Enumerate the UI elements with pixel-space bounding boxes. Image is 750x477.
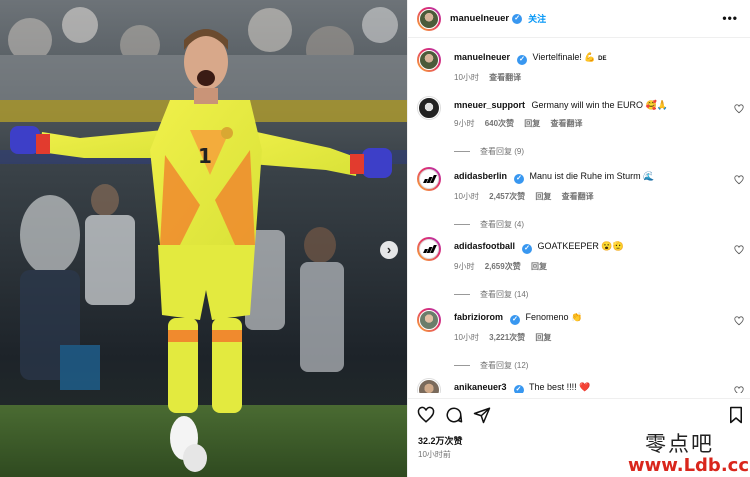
comment-username[interactable]: fabriziorom	[454, 312, 503, 322]
comment-username[interactable]: mneuer_support	[454, 100, 525, 110]
reply-button[interactable]: 回复	[531, 262, 547, 271]
heart-icon[interactable]	[734, 245, 744, 255]
commenter-avatar[interactable]	[417, 96, 441, 120]
verified-icon: ✓	[510, 315, 521, 325]
author-username[interactable]: manuelneuer	[450, 13, 509, 24]
heart-icon[interactable]	[734, 386, 744, 393]
watermark-url: www.Ldb.cc	[628, 455, 749, 476]
comment-likes[interactable]: 3,221次赞	[489, 333, 525, 342]
comment-text: GOATKEEPER	[537, 241, 599, 251]
commenter-avatar[interactable]	[417, 308, 441, 332]
follow-button[interactable]: 关注	[528, 12, 546, 25]
commenter-avatar[interactable]	[417, 237, 441, 261]
heart-icon[interactable]	[417, 406, 435, 424]
view-replies-button[interactable]: 查看回复 (12)	[454, 360, 734, 371]
caption-avatar[interactable]	[417, 48, 441, 72]
comment-username[interactable]: anikaneuer3	[454, 382, 507, 392]
view-replies-label: 查看回复 (4)	[480, 220, 524, 229]
comment-emoji: 👏	[571, 312, 583, 322]
goalkeeper-celebration-photo: 1	[0, 0, 407, 477]
heart-icon[interactable]	[734, 175, 744, 185]
caption-text: Viertelfinale! 💪	[532, 52, 596, 62]
view-replies-label: 查看回复 (12)	[480, 361, 529, 370]
comment-item: anikaneuer3 ✓ The best !!!! ❤️	[408, 378, 750, 393]
svg-text:1: 1	[198, 144, 212, 168]
comment-time: 10小时	[454, 333, 479, 342]
commenter-avatar[interactable]	[417, 167, 441, 191]
comment-text: Germany will win the EURO	[531, 100, 644, 110]
comment-item: mneuer_support Germany will win the EURO…	[408, 96, 750, 166]
translate-link[interactable]: 查看翻译	[489, 73, 521, 82]
post-header: manuelneuer ✓ 关注 •••	[408, 0, 750, 38]
post-time: 10小时前	[418, 450, 451, 459]
caption-username[interactable]: manuelneuer	[454, 52, 510, 62]
like-count[interactable]: 32.2万次赞	[418, 434, 463, 447]
comment-text: The best !!!!	[529, 382, 577, 392]
comment-item: adidasberlin ✓ Manu ist die Ruhe im Sturm…	[408, 167, 750, 237]
reply-button[interactable]: 回复	[535, 333, 551, 342]
comment-time: 9小时	[454, 262, 475, 271]
author-avatar[interactable]	[417, 6, 441, 31]
next-image-button[interactable]: ›	[380, 241, 398, 259]
comment-time: 10小时	[454, 192, 479, 201]
comment-time: 9小时	[454, 119, 475, 128]
comment-item: adidasfootball ✓ GOATKEEPER 😮🫡 9小时 2,659次…	[408, 237, 750, 307]
comments-list: manuelneuer ✓ Viertelfinale! 💪 DE 10小时 查看…	[408, 41, 750, 393]
translate-link[interactable]: 查看翻译	[562, 192, 594, 201]
verified-icon: ✓	[513, 385, 524, 393]
adidas-logo-icon	[422, 175, 437, 183]
watermark-text: 零点吧	[645, 432, 714, 456]
caption-flag: DE	[598, 56, 607, 62]
more-icon[interactable]: •••	[722, 11, 738, 25]
comment-text: Fenomeno	[525, 312, 569, 322]
comment-likes[interactable]: 640次赞	[485, 119, 514, 128]
comment-emoji: 😮🫡	[601, 241, 624, 251]
verified-icon: ✓	[514, 174, 525, 184]
caption-time: 10小时	[454, 73, 479, 82]
comment-emoji: 🌊	[643, 171, 655, 181]
comment-username[interactable]: adidasfootball	[454, 241, 515, 251]
reply-button[interactable]: 回复	[524, 119, 540, 128]
view-replies-button[interactable]: 查看回复 (4)	[454, 219, 734, 230]
commenter-avatar[interactable]	[417, 378, 441, 393]
verified-icon: ✓	[512, 13, 523, 24]
heart-icon[interactable]	[734, 316, 744, 326]
adidas-logo-icon	[422, 245, 437, 253]
share-icon[interactable]	[473, 406, 491, 424]
bookmark-icon[interactable]	[727, 406, 745, 424]
post-detail-panel: manuelneuer ✓ 关注 ••• manuelneuer ✓ Vierte…	[407, 0, 750, 477]
view-replies-button[interactable]: 查看回复 (14)	[454, 289, 734, 300]
heart-icon[interactable]	[734, 104, 744, 114]
verified-icon: ✓	[517, 55, 528, 65]
comment-likes[interactable]: 2,659次赞	[485, 262, 521, 271]
next-arrow-icon: ›	[386, 242, 392, 257]
post-image: 1 ›	[0, 0, 407, 477]
comment-username[interactable]: adidasberlin	[454, 171, 507, 181]
caption-row: manuelneuer ✓ Viertelfinale! 💪 DE 10小时 查看…	[408, 48, 750, 88]
view-replies-label: 查看回复 (14)	[480, 290, 529, 299]
comment-emoji: ❤️	[579, 382, 591, 392]
comment-icon[interactable]	[445, 406, 463, 424]
comment-item: fabriziorom ✓ Fenomeno 👏 10小时 3,221次赞 回复 …	[408, 308, 750, 378]
translate-link[interactable]: 查看翻译	[551, 119, 583, 128]
comment-text: Manu ist die Ruhe im Sturm	[529, 171, 641, 181]
reply-button[interactable]: 回复	[535, 192, 551, 201]
verified-icon: ✓	[522, 244, 533, 254]
view-replies-label: 查看回复 (9)	[480, 147, 524, 156]
comment-likes[interactable]: 2,457次赞	[489, 192, 525, 201]
view-replies-button[interactable]: 查看回复 (9)	[454, 146, 734, 157]
comment-emoji: 🥰🙏	[645, 100, 668, 110]
